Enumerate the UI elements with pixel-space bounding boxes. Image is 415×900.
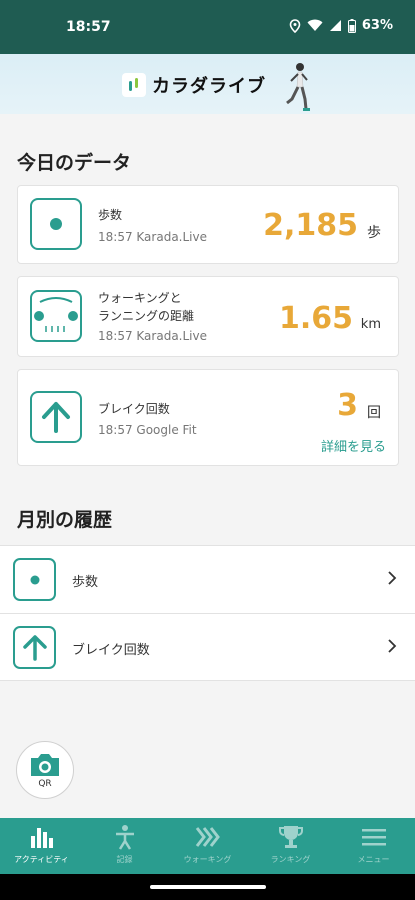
system-navigation-bar	[0, 874, 415, 900]
steps-timestamp: 18:57 Karada.Live	[98, 230, 207, 244]
tab-label: ウォーキング	[183, 855, 232, 864]
wifi-icon	[307, 19, 323, 31]
battery-icon	[347, 18, 356, 33]
monthly-section-title: 月別の履歴	[17, 509, 113, 531]
distance-icon	[30, 290, 82, 342]
steps-value: 2,185	[263, 208, 358, 243]
steps-icon	[30, 198, 82, 250]
tab-label: 記録	[116, 855, 133, 864]
chevron-right-icon	[388, 639, 397, 653]
history-item-steps[interactable]: 歩数	[0, 545, 415, 613]
distance-label-line2: ランニングの距離	[98, 309, 195, 323]
today-section-title: 今日のデータ	[17, 152, 132, 174]
menu-icon	[361, 829, 386, 846]
signal-icon	[329, 20, 341, 31]
app-logo: カラダライブ	[122, 72, 266, 98]
history-item-label: ブレイク回数	[72, 643, 150, 658]
runner-illustration	[286, 63, 310, 111]
status-time: 18:57	[66, 19, 111, 35]
location-icon	[289, 18, 301, 33]
home-gesture-handle[interactable]	[150, 885, 266, 889]
camera-icon	[31, 753, 59, 776]
breaks-unit: 回	[367, 405, 381, 421]
tab-label: メニュー	[357, 855, 390, 864]
tab-menu[interactable]: メニュー	[332, 818, 415, 874]
chevron-right-icon	[388, 571, 397, 585]
tab-label: アクティビティ	[14, 855, 69, 864]
battery-percent: 63%	[361, 18, 393, 33]
breaks-history-icon	[13, 626, 56, 669]
chevrons-icon	[195, 827, 220, 847]
logo-mark-icon	[122, 73, 146, 97]
bottom-tab-bar: アクティビティ 記録 ウォーキング ランキング メニュー	[0, 818, 415, 874]
app-header-banner: カラダライブ	[0, 54, 415, 114]
steps-history-icon	[13, 558, 56, 601]
bar-chart-icon	[30, 828, 53, 848]
qr-scan-button[interactable]: QR	[16, 741, 74, 799]
distance-label-line1: ウォーキングと	[98, 291, 182, 305]
breaks-card[interactable]: ブレイク回数 18:57 Google Fit 3 回 詳細を見る	[17, 369, 399, 466]
breaks-value: 3	[337, 388, 358, 423]
steps-card[interactable]: 歩数 18:57 Karada.Live 2,185 歩	[17, 185, 399, 264]
tab-ranking[interactable]: ランキング	[249, 818, 332, 874]
steps-label: 歩数	[98, 208, 123, 222]
arrow-up-icon	[30, 391, 82, 443]
distance-card[interactable]: ウォーキングと ランニングの距離 18:57 Karada.Live 1.65 …	[17, 276, 399, 357]
view-details-link[interactable]: 詳細を見る	[321, 436, 386, 455]
history-item-breaks[interactable]: ブレイク回数	[0, 613, 415, 681]
tab-walking[interactable]: ウォーキング	[166, 818, 249, 874]
distance-timestamp: 18:57 Karada.Live	[98, 329, 207, 343]
status-bar: 18:57 63%	[0, 0, 415, 54]
breaks-timestamp: 18:57 Google Fit	[98, 423, 197, 437]
breaks-label: ブレイク回数	[98, 402, 170, 416]
distance-value: 1.65	[278, 301, 353, 336]
person-icon	[115, 825, 134, 850]
tab-label: ランキング	[270, 855, 311, 864]
qr-label: QR	[38, 778, 52, 789]
trophy-icon	[278, 826, 303, 848]
distance-unit: km	[360, 317, 381, 332]
tab-record[interactable]: 記録	[83, 818, 166, 874]
history-item-label: 歩数	[72, 575, 99, 590]
steps-unit: 歩	[367, 225, 381, 241]
tab-activity[interactable]: アクティビティ	[0, 818, 83, 874]
logo-text: カラダライブ	[152, 76, 266, 97]
